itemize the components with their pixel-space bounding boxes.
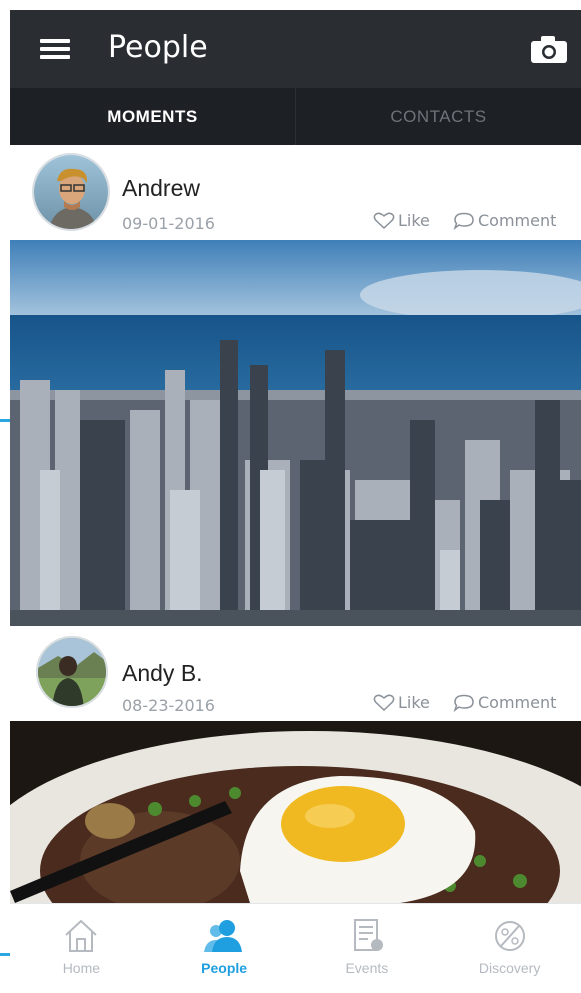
nav-label: Home [62,960,101,976]
heart-icon [373,694,395,711]
comment-bubble-icon [453,212,474,230]
tab-contacts[interactable]: CONTACTS [295,88,581,145]
post-header: Andy B. 08-23-2016 Like Comment [10,626,581,721]
avatar[interactable] [32,153,110,231]
like-label: Like [398,211,430,230]
post-date: 09-01-2016 [122,214,215,233]
avatar[interactable] [36,636,108,708]
app-screen: People MOMENTS CONTACTS Andrew 09-01-201… [10,10,581,993]
page-title: People [108,30,208,65]
comment-label: Comment [478,211,557,230]
comment-label: Comment [478,693,557,712]
post-author[interactable]: Andrew [122,175,200,202]
post-header: Andrew 09-01-2016 Like Comment [10,145,581,240]
nav-events[interactable]: Events [296,904,439,993]
post-date: 08-23-2016 [122,696,215,715]
app-bar: People [10,10,581,88]
events-icon [353,919,383,951]
like-button[interactable]: Like [373,211,430,230]
discovery-icon [494,921,525,951]
comment-button[interactable]: Comment [453,693,556,712]
hamburger-icon [40,55,70,59]
post-photo[interactable] [10,721,581,903]
people-icon [204,920,243,952]
heart-icon [373,212,395,229]
nav-home[interactable]: Home [10,904,153,993]
tab-bar: MOMENTS CONTACTS [10,88,581,145]
camera-button[interactable] [530,34,568,64]
nav-label: Discovery [478,960,541,976]
hamburger-icon [40,39,70,43]
post-author[interactable]: Andy B. [122,660,203,687]
comment-bubble-icon [453,694,474,712]
bottom-navigation: Home People Events Discovery [10,903,581,993]
menu-button[interactable] [38,32,74,66]
home-icon [65,919,98,952]
nav-people[interactable]: People [153,904,296,993]
like-label: Like [398,693,430,712]
tab-moments[interactable]: MOMENTS [10,88,295,145]
like-button[interactable]: Like [373,693,430,712]
nav-discovery[interactable]: Discovery [438,904,581,993]
camera-icon [531,36,567,63]
nav-label: People [201,960,248,976]
comment-button[interactable]: Comment [453,211,556,230]
post-photo[interactable] [10,240,581,626]
hamburger-icon [40,47,70,51]
nav-label: Events [345,960,389,976]
